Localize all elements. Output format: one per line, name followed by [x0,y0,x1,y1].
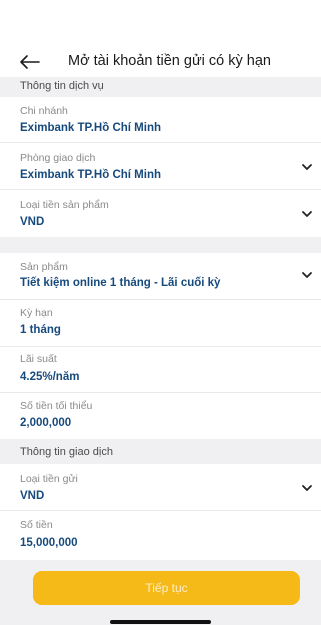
page-title: Mở tài khoản tiền gửi có kỳ hạn [68,53,271,69]
deposit-currency-select[interactable]: Loại tiền gửi VND [0,464,321,511]
top-bar: Mở tài khoản tiền gửi có kỳ hạn [0,46,321,76]
field-label: Lãi suất [20,353,57,365]
minimum-amount-field: Số tiền tối thiểu 2,000,000 [0,393,321,439]
field-label: Chi nhánh [20,105,68,117]
section-divider [0,237,321,253]
section-title: Thông tin dịch vụ [20,80,104,92]
term-field: Kỳ hạn 1 tháng [0,300,321,347]
branch-field: Chi nhánh Eximbank TP.Hồ Chí Minh [0,97,321,143]
chevron-down-icon [302,272,312,278]
interest-rate-field: Lãi suất 4.25%/năm [0,347,321,393]
chevron-down-icon [302,485,312,491]
field-value: Eximbank TP.Hồ Chí Minh [20,122,161,134]
field-value: 4.25%/năm [20,371,80,383]
field-label: Loại tiền sản phẩm [20,199,109,211]
section-header-transaction: Thông tin giao dịch [0,439,321,464]
field-label: Kỳ hạn [20,307,53,319]
product-currency-select[interactable]: Loại tiền sản phẩm VND [0,190,321,237]
continue-button[interactable]: Tiếp tục [33,571,300,605]
field-label: Phòng giao dịch [20,152,96,164]
chevron-down-icon [302,164,312,170]
chevron-down-icon [302,211,312,217]
transaction-office-select[interactable]: Phòng giao dịch Eximbank TP.Hồ Chí Minh [0,143,321,190]
field-value: VND [20,216,45,228]
field-label: Số tiền [20,519,53,531]
arrow-left-icon[interactable] [20,54,40,70]
amount-input[interactable]: Số tiền 15,000,000 [0,511,321,560]
section-header-service: Thông tin dịch vụ [0,77,321,97]
field-label: Số tiền tối thiểu [20,400,93,412]
home-indicator [110,620,211,624]
field-value: Eximbank TP.Hồ Chí Minh [20,169,161,181]
field-value: VND [20,490,45,502]
field-value[interactable]: 15,000,000 [20,537,78,549]
product-select[interactable]: Sản phẩm Tiết kiệm online 1 tháng - Lãi … [0,253,321,300]
continue-button-label: Tiếp tục [145,581,188,595]
field-label: Loại tiền gửi [20,473,78,485]
field-value: Tiết kiệm online 1 tháng - Lãi cuối kỳ [20,277,221,289]
field-label: Sản phẩm [20,261,68,273]
section-title: Thông tin giao dịch [20,446,113,458]
field-value: 1 tháng [20,324,61,336]
field-value: 2,000,000 [20,417,72,429]
